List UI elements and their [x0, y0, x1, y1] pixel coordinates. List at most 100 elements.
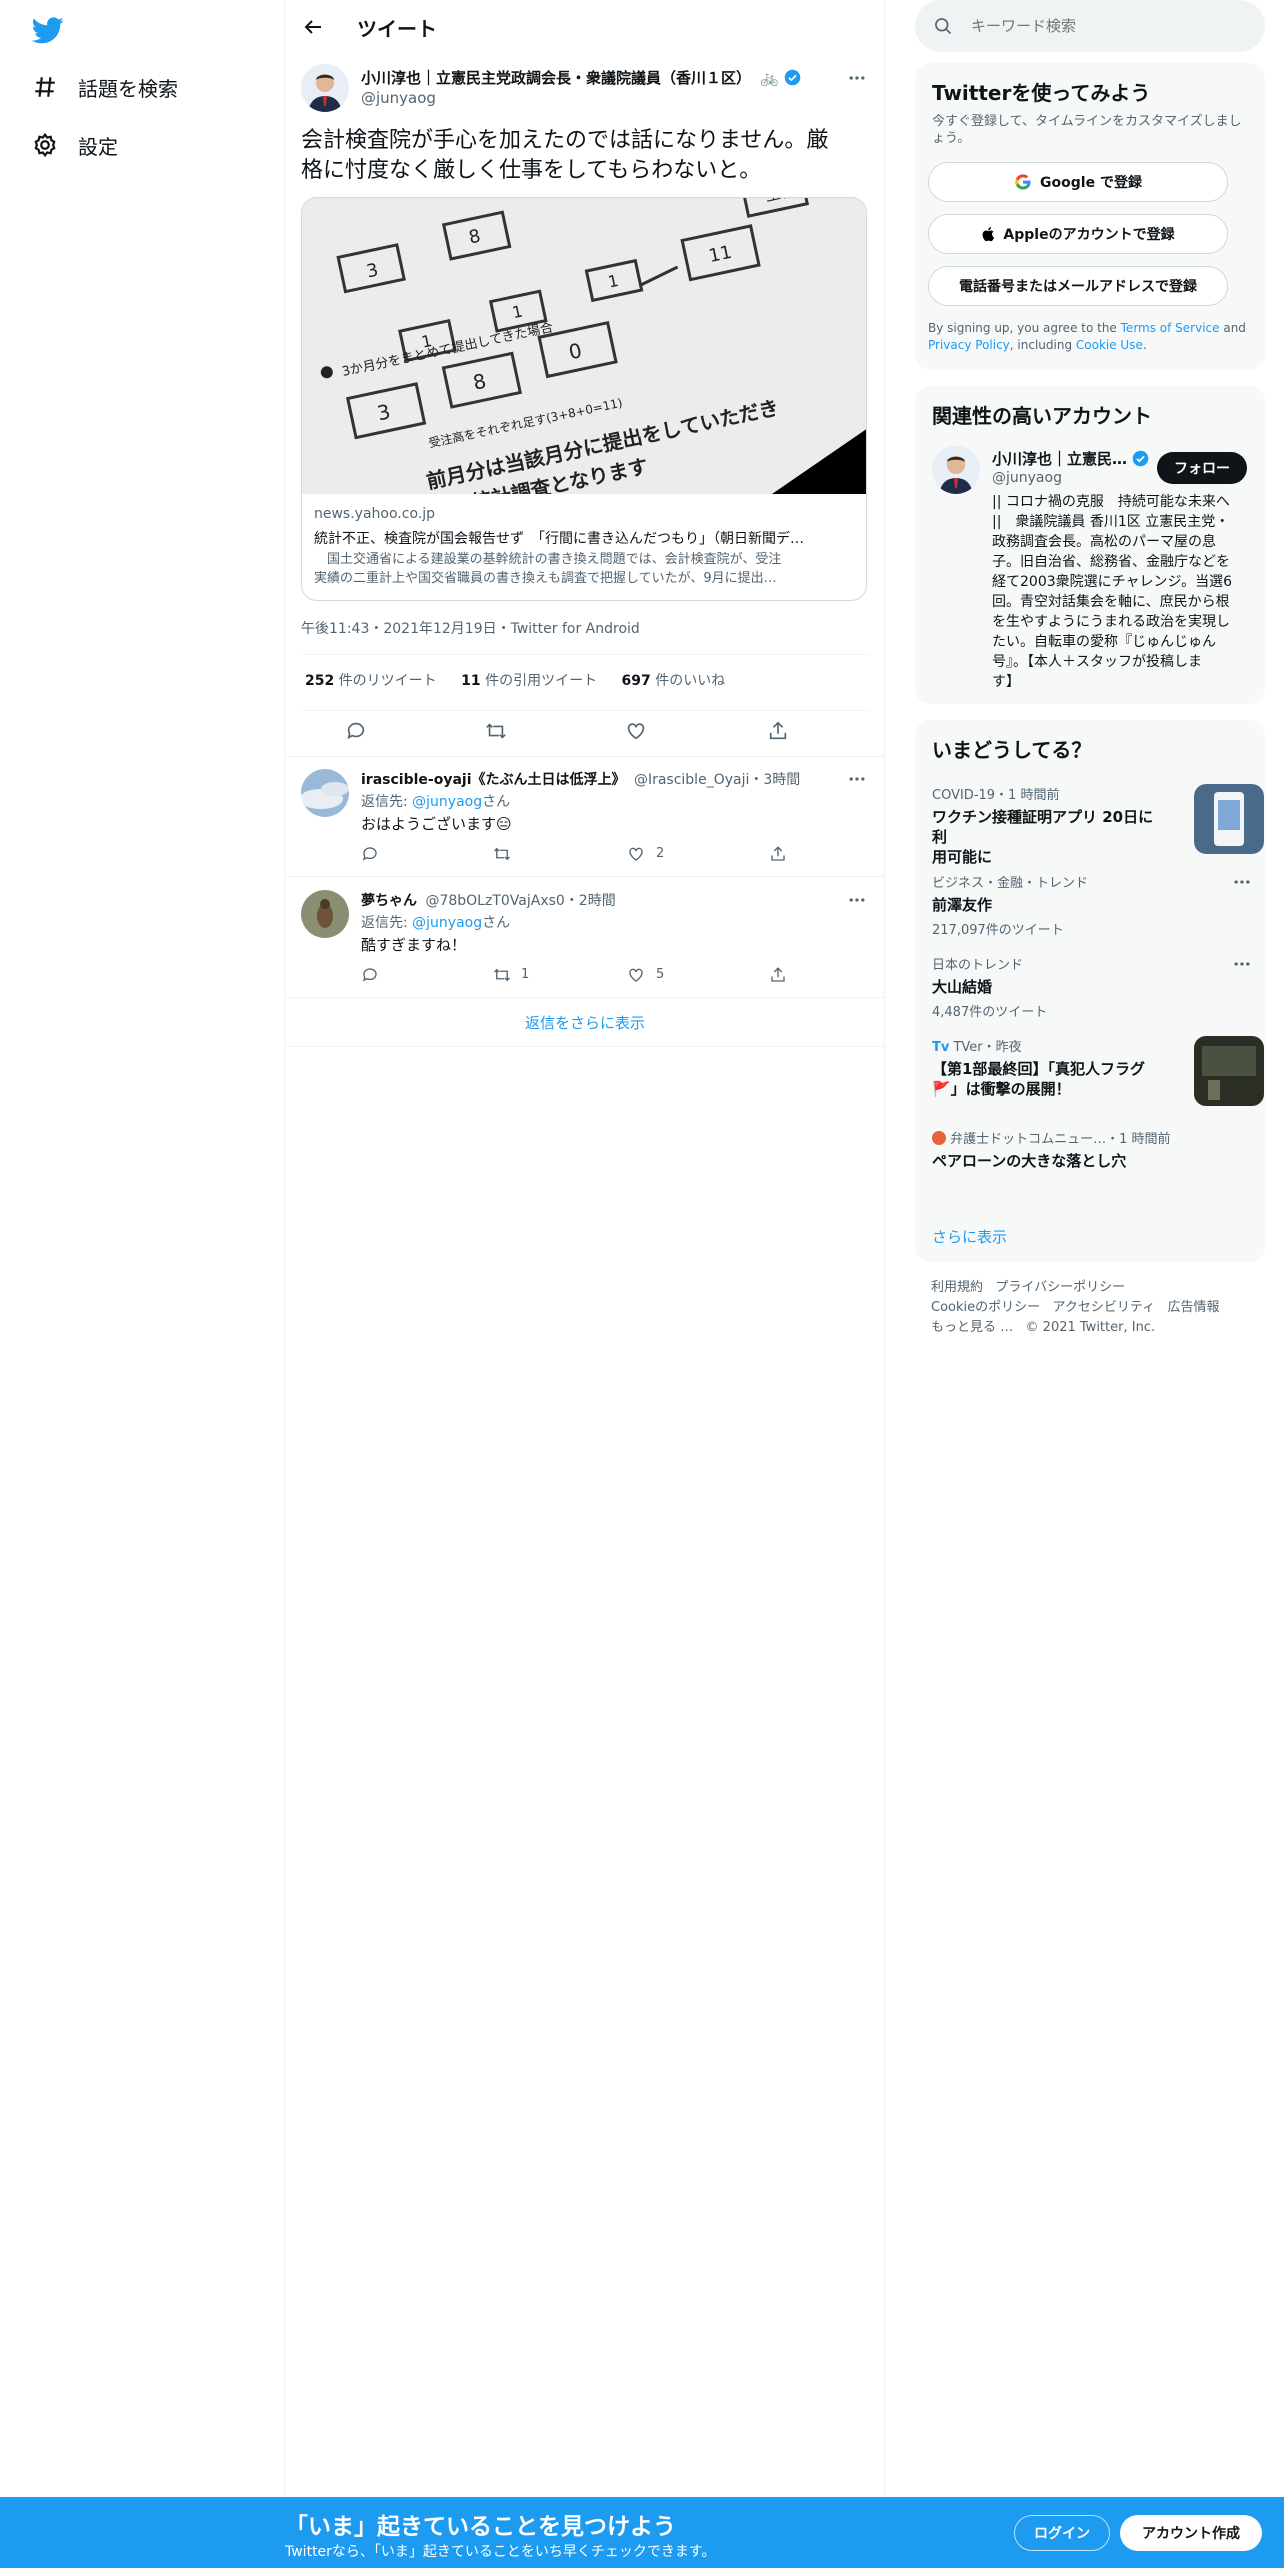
- related-avatar[interactable]: [932, 446, 980, 494]
- reply-tweet[interactable]: 夢ちゃん @78bOLzT0VajAxs0・2時間 返信先: @junyaogさ…: [285, 878, 885, 998]
- trend-item[interactable]: COVID-19・1 時間前 ワクチン接種証明アプリ 20日に利 用可能に: [932, 784, 1264, 867]
- reply-icon[interactable]: [361, 966, 379, 984]
- main-column: ツイート 小川淳也｜立憲民主党政調会長・衆議院議員（香川１区） 🚲 @junya…: [285, 0, 885, 2568]
- left-sidebar: 話題を検索 設定: [0, 0, 285, 2568]
- reply-author-name[interactable]: irascible-oyaji《たぶん土日は低浮上》: [361, 772, 626, 788]
- reply-actions: 1 5: [361, 966, 801, 986]
- link-card[interactable]: 3 8 3 8 0 1 1 1 11 空欄 3か月分をまとめて提出してきた場合 …: [301, 197, 867, 601]
- terms-of-service-link[interactable]: Terms of Service: [1121, 321, 1220, 335]
- cookie-use-link[interactable]: Cookie Use: [1076, 338, 1143, 352]
- login-button[interactable]: ログイン: [1014, 2515, 1110, 2551]
- phone-email-signup-button[interactable]: 電話番号またはメールアドレスで登録: [928, 266, 1228, 306]
- retweet-icon[interactable]: [485, 720, 507, 742]
- bottom-signup-bar: 「いま」起きていることを見つけよう Twitterなら、「いま」起きていることを…: [0, 2497, 1284, 2568]
- trends-panel: いまどうしてる？ COVID-19・1 時間前 ワクチン接種証明アプリ 20日に…: [915, 720, 1265, 1262]
- reply-tweet[interactable]: irascible-oyaji《たぶん土日は低浮上》 @Irascible_Oy…: [285, 757, 885, 877]
- reply-avatar[interactable]: [301, 769, 349, 817]
- share-icon[interactable]: [769, 845, 787, 863]
- related-accounts-panel: 関連性の高いアカウント 小川淳也｜立憲民… @junyaog フォロー || コ…: [915, 386, 1265, 704]
- footer-link[interactable]: プライバシーポリシー: [995, 1280, 1125, 1295]
- nav-settings[interactable]: 設定: [32, 125, 118, 165]
- nav-explore[interactable]: 話題を検索: [32, 67, 178, 107]
- author-avatar[interactable]: [301, 64, 349, 112]
- search-box[interactable]: [915, 0, 1265, 52]
- verified-badge-icon: [784, 69, 801, 86]
- privacy-policy-link[interactable]: Privacy Policy: [928, 338, 1010, 352]
- trend-count: 217,097件のツイート: [932, 923, 1064, 938]
- tweet-text-line: 格に忖度なく厳しく仕事をしてもらわないと。: [301, 158, 762, 183]
- reply-handle-time[interactable]: @Irascible_Oyaji・3時間: [634, 772, 800, 788]
- like-icon[interactable]: [627, 966, 645, 984]
- apple-icon: [983, 227, 995, 242]
- reply-text: 酷すぎますね！: [361, 936, 467, 954]
- phone-email-signup-label: 電話番号またはメールアドレスで登録: [959, 279, 1197, 295]
- reply-avatar[interactable]: [301, 890, 349, 938]
- related-handle[interactable]: @junyaog: [992, 470, 1062, 486]
- follow-button[interactable]: フォロー: [1157, 452, 1247, 484]
- reply-actions: 2: [361, 845, 801, 865]
- reply-like-count: 2: [656, 846, 665, 861]
- google-icon: [1015, 174, 1031, 190]
- trends-title: いまどうしてる？: [932, 738, 1092, 762]
- retweets-stat[interactable]: 252 件のリツイート: [305, 673, 437, 689]
- tweet-timestamp[interactable]: 午後11:43・2021年12月19日・Twitter for Android: [301, 618, 640, 638]
- tweet-text-line: 会計検査院が手心を加えたのでは話になりません。厳: [301, 128, 829, 153]
- signup-button[interactable]: アカウント作成: [1120, 2515, 1262, 2551]
- footer-link[interactable]: アクセシビリティ: [1053, 1300, 1156, 1315]
- apple-signup-button[interactable]: Appleのアカウントで登録: [928, 214, 1228, 254]
- likes-stat[interactable]: 697 件のいいね: [622, 673, 726, 689]
- reply-icon[interactable]: [361, 845, 379, 863]
- reply-to-handle[interactable]: @junyaog: [412, 915, 482, 931]
- like-icon[interactable]: [627, 845, 645, 863]
- news-source-icon: [932, 1131, 946, 1145]
- share-icon[interactable]: [769, 966, 787, 984]
- author-name: 小川淳也｜立憲民主党政調会長・衆議院議員（香川１区）: [361, 69, 752, 87]
- divider: [301, 654, 869, 655]
- reply-icon[interactable]: [345, 720, 367, 742]
- footer-link[interactable]: Cookieのポリシー: [931, 1300, 1040, 1315]
- author-handle[interactable]: @junyaog: [361, 89, 436, 107]
- gear-icon: [34, 132, 56, 158]
- trend-context: 日本のトレンド: [932, 958, 1024, 973]
- card-description-line: 実績の二重計上や国交省職員の書き換えも調査で把握していたが、9月に提出…: [314, 571, 777, 586]
- card-domain: news.yahoo.co.jp: [314, 506, 435, 522]
- show-more-replies-link[interactable]: 返信をさらに表示: [285, 999, 885, 1047]
- more-options-icon[interactable]: [847, 769, 867, 789]
- back-arrow-icon[interactable]: [301, 15, 325, 39]
- footer-link[interactable]: 利用規約: [931, 1280, 983, 1295]
- reply-handle-time[interactable]: @78bOLzT0VajAxs0・2時間: [425, 893, 615, 909]
- signup-panel: Twitterを使ってみよう 今すぐ登録して、タイムラインをカスタマイズしまし …: [915, 63, 1265, 370]
- retweet-icon[interactable]: [493, 966, 511, 984]
- more-options-icon[interactable]: [1232, 954, 1252, 974]
- trend-item[interactable]: 日本のトレンド 大山結婚 4,487件のツイート: [932, 954, 1252, 1020]
- more-options-icon[interactable]: [847, 68, 867, 88]
- bicycle-emoji-icon: 🚲: [760, 69, 779, 87]
- search-input[interactable]: [971, 12, 1241, 40]
- card-description: 国土交通省による建設業の基幹統計の書き換え問題では、会計検査院が、受注 実績の二…: [314, 550, 854, 588]
- trend-item[interactable]: 弁護士ドットコムニュー…・1 時間前 ペアローンの大きな落とし穴: [932, 1128, 1252, 1171]
- more-options-icon[interactable]: [847, 890, 867, 910]
- signup-terms: By signing up, you agree to the Terms of…: [928, 321, 1246, 352]
- more-options-icon[interactable]: [1232, 872, 1252, 892]
- reply-to-handle[interactable]: @junyaog: [412, 794, 482, 810]
- signup-title: Twitterを使ってみよう: [932, 81, 1151, 105]
- nav-explore-label: 話題を検索: [78, 76, 178, 101]
- google-signup-label: Google で登録: [1040, 175, 1142, 191]
- search-icon: [935, 18, 952, 35]
- retweet-icon[interactable]: [493, 845, 511, 863]
- footer-link[interactable]: 広告情報: [1168, 1300, 1220, 1315]
- trends-show-more-link[interactable]: さらに表示: [932, 1226, 1007, 1247]
- twitter-logo-icon[interactable]: [32, 14, 64, 46]
- quotes-stat[interactable]: 11 件の引用ツイート: [461, 673, 597, 689]
- reply-author-name[interactable]: 夢ちゃん: [361, 893, 417, 909]
- footer-more-link[interactable]: もっと見る …: [931, 1320, 1013, 1335]
- trend-item[interactable]: ビジネス・金融・トレンド 前澤友作 217,097件のツイート: [932, 872, 1252, 938]
- tweet-stats: 252 件のリツイート 11 件の引用ツイート 697 件のいいね: [305, 670, 725, 690]
- share-icon[interactable]: [767, 720, 789, 742]
- author-name-row[interactable]: 小川淳也｜立憲民主党政調会長・衆議院議員（香川１区） 🚲: [361, 67, 801, 88]
- trend-thumbnail: [1194, 784, 1264, 854]
- like-icon[interactable]: [625, 720, 647, 742]
- trend-item[interactable]: Tv TVer・昨夜 【第1部最終回】「真犯人フラグ 🚩」は衝撃の展開！: [932, 1036, 1264, 1106]
- related-name-row[interactable]: 小川淳也｜立憲民…: [992, 448, 1149, 469]
- google-signup-button[interactable]: Google で登録: [928, 162, 1228, 202]
